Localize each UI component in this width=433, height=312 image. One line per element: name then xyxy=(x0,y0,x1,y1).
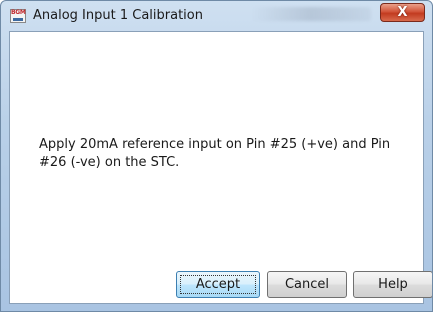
help-button[interactable]: Help xyxy=(353,271,432,298)
help-button-label: Help xyxy=(378,277,408,292)
window-frame-left xyxy=(1,31,9,311)
dialog-window: BGM Analog Input 1 Calibration X Apply 2… xyxy=(0,0,433,312)
bgm-logo-icon: BGM xyxy=(10,9,26,23)
title-bar[interactable]: BGM Analog Input 1 Calibration X xyxy=(1,1,432,31)
dialog-client-area: Apply 20mA reference input on Pin #25 (+… xyxy=(9,31,432,304)
accept-button[interactable]: Accept xyxy=(176,271,260,298)
bgm-logo-text: BGM xyxy=(11,9,26,16)
accept-button-label: Accept xyxy=(195,277,241,292)
close-button[interactable]: X xyxy=(380,3,425,22)
close-icon: X xyxy=(397,5,408,20)
background-window-blur xyxy=(251,7,371,21)
cancel-button-label: Cancel xyxy=(284,277,330,292)
window-frame-right xyxy=(424,31,432,311)
cancel-button[interactable]: Cancel xyxy=(267,271,347,298)
window-title: Analog Input 1 Calibration xyxy=(33,8,203,23)
bgm-logo-bar xyxy=(13,18,23,21)
instruction-message: Apply 20mA reference input on Pin #25 (+… xyxy=(39,137,391,170)
